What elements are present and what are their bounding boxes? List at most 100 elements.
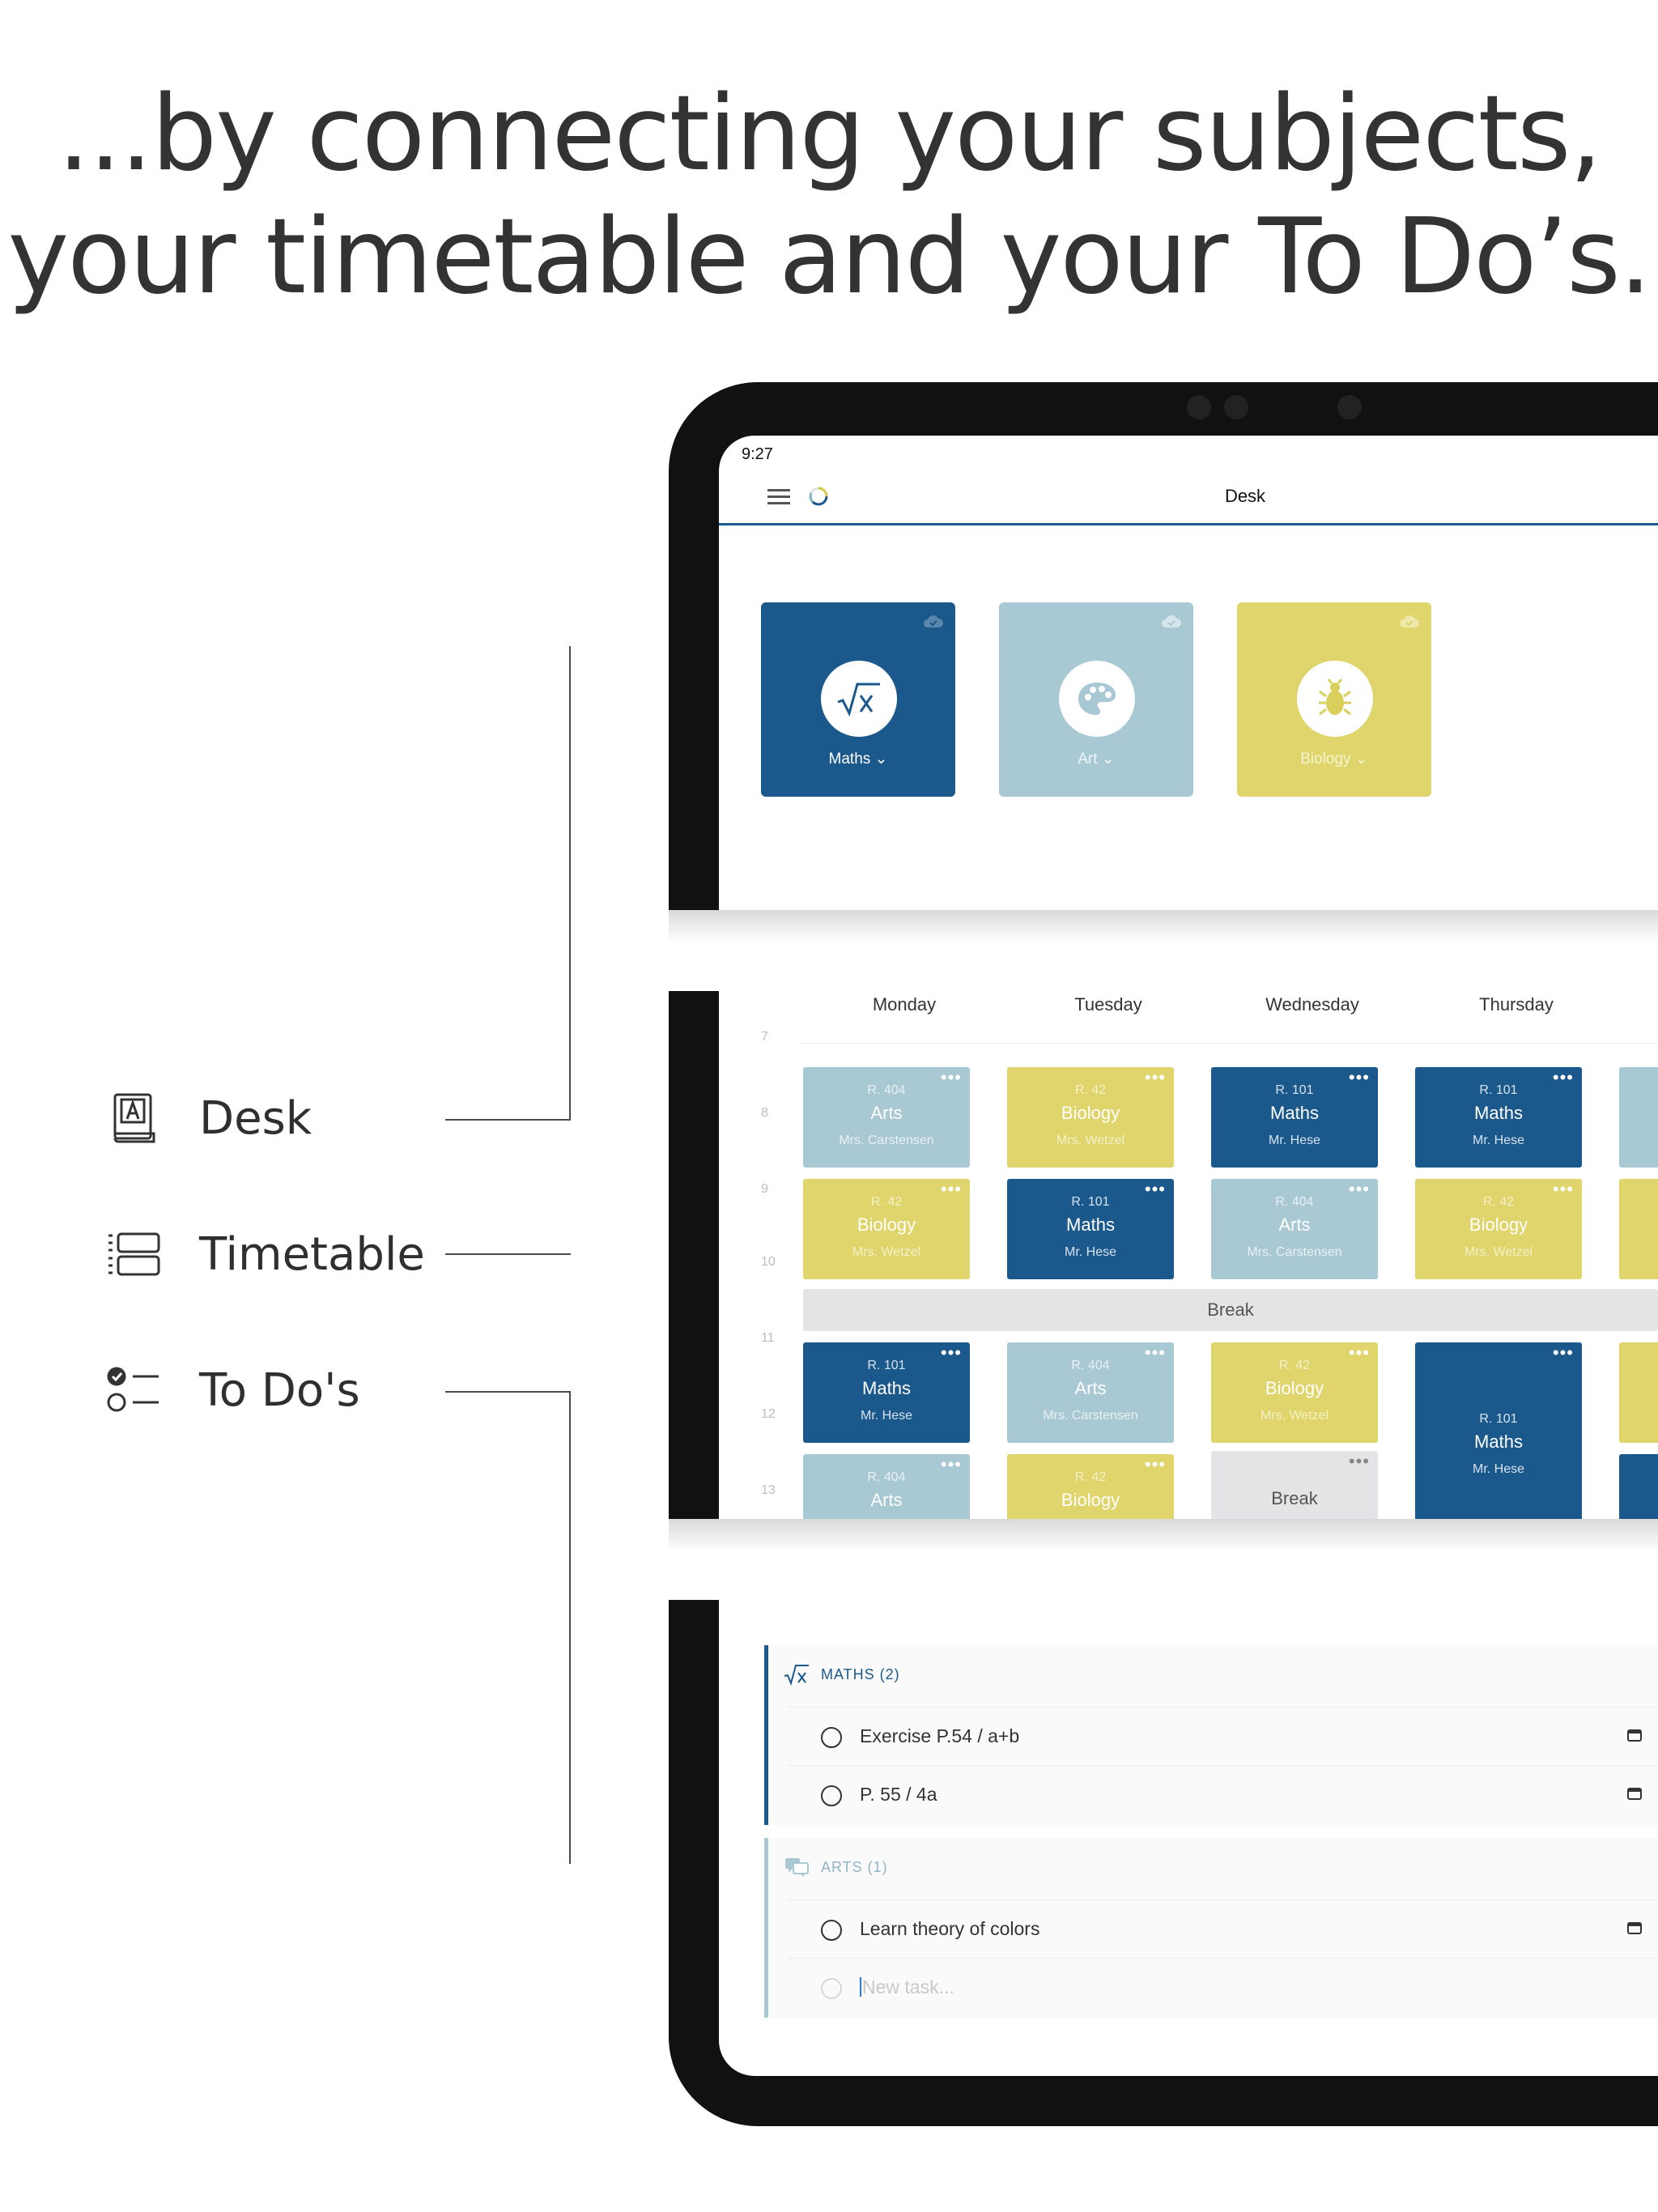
group-title[interactable]: MATHS (2) [821,1666,900,1683]
lesson-teacher: Mrs. Carstensen [1247,1245,1342,1259]
lesson-room: R. 101 [1479,1412,1518,1426]
subject-name-maths[interactable]: Maths ⌄ [761,750,955,768]
lesson-subject: Maths [862,1378,911,1398]
lesson-block[interactable]: ••• R. 101 Maths Mr. Hese [803,1342,970,1443]
chevron-down-icon: ⌄ [1101,751,1115,768]
lesson-room: R. 101 [1479,1083,1518,1097]
day-header-thursday: Thursday [1479,994,1554,1015]
chat-bubbles-icon [785,1858,809,1877]
subject-card-art[interactable]: Art ⌄ [999,602,1193,797]
task-label[interactable]: Exercise P.54 / a+b [860,1725,1019,1747]
camera-dot [1224,395,1248,419]
hour-label: 12 [761,1407,776,1421]
lesson-teacher: Mrs. Wetzel [852,1245,921,1259]
lesson-subject: Arts [1278,1214,1311,1235]
lesson-block-partial[interactable] [1619,1454,1658,1519]
lesson-block[interactable]: ••• R. 101 Maths Mr. Hese [1415,1067,1582,1168]
lesson-subject: Maths [1270,1103,1319,1123]
lesson-room: R. 42 [1482,1195,1515,1209]
lesson-subject: Arts [870,1103,903,1123]
lesson-room: R. 42 [1074,1083,1107,1097]
new-task-input[interactable]: New task... [860,1976,954,1998]
lesson-block[interactable]: ••• R. 42 Biology [1007,1454,1174,1519]
lesson-teacher: Mr. Hese [1472,1462,1524,1476]
hour-label: 7 [761,1030,768,1044]
headline-line-2: your timetable and your To Do’s. [7,197,1652,317]
feature-todos: To Do's [105,1362,360,1419]
task-label[interactable]: Learn theory of colors [860,1918,1039,1940]
feature-timetable: Timetable [105,1226,425,1283]
lesson-block[interactable]: ••• R. 404 Arts Mrs. Carstensen [803,1067,970,1168]
subject-card-biology[interactable]: Biology ⌄ [1237,602,1431,797]
connector-todo-vertical [569,1391,571,1864]
todo-group-arts: ARTS (1) Learn theory of colors New task… [764,1838,1658,2018]
bug-icon [1297,661,1373,737]
lesson-block[interactable]: ••• R. 404 Arts [803,1454,970,1519]
break-bar: Break [803,1289,1658,1331]
connector-timetable [445,1253,571,1255]
lesson-block[interactable]: ••• R. 101 Maths Mr. Hese [1007,1179,1174,1279]
lesson-room: R. 404 [1275,1195,1314,1209]
lesson-block[interactable]: ••• R. 42 Biology Mrs. Wetzel [803,1179,970,1279]
lesson-room: R. 42 [1278,1359,1311,1372]
task-row[interactable]: Learn theory of colors [787,1899,1658,1959]
panel-shadow [669,1519,1658,1551]
hour-label: 10 [761,1255,776,1269]
palette-icon [1059,661,1135,737]
lesson-block-partial[interactable] [1619,1067,1658,1168]
desk-screen-frame: 9:27 Desk Maths ⌄ Art ⌄ Biology ⌄ [669,382,1658,910]
lesson-block[interactable]: ••• R. 42 Biology Mrs. Wetzel [1007,1067,1174,1168]
feature-timetable-label: Timetable [199,1227,425,1281]
todos-screen: MATHS (2) Exercise P.54 / a+b P. 55 / 4a… [719,1600,1658,2076]
timetable-screen: Monday Tuesday Wednesday Thursday 7 8 9 … [719,991,1658,1519]
calendar-icon[interactable] [1627,1729,1642,1742]
lesson-block[interactable]: ••• R. 42 Biology Mrs. Wetzel [1415,1179,1582,1279]
more-options-icon[interactable]: ••• [1349,1453,1370,1470]
camera-dot [1187,395,1211,419]
task-label[interactable]: P. 55 / 4a [860,1784,937,1806]
status-time: 9:27 [742,445,773,463]
calendar-icon[interactable] [1627,1921,1642,1934]
day-header-monday: Monday [872,994,937,1015]
subject-card-maths[interactable]: Maths ⌄ [761,602,955,797]
lesson-subject: Break [1271,1488,1318,1508]
subject-name-biology[interactable]: Biology ⌄ [1237,750,1431,768]
lesson-block-partial[interactable] [1619,1342,1658,1443]
lesson-room: R. 404 [867,1083,906,1097]
lesson-teacher: Mr. Hese [1472,1134,1524,1147]
task-checkbox[interactable] [821,1727,842,1748]
panel-shadow [669,910,1658,942]
lesson-block[interactable]: ••• R. 101 Maths Mr. Hese [1415,1342,1582,1519]
group-title[interactable]: ARTS (1) [821,1859,888,1876]
task-checkbox[interactable] [821,1920,842,1941]
lesson-subject: Arts [1074,1378,1107,1398]
header-divider [800,1043,1658,1044]
calendar-icon[interactable] [1627,1787,1642,1800]
page-title: Desk [1224,486,1266,506]
text-caret [860,1977,861,1997]
lesson-block[interactable]: ••• R. 404 Arts Mrs. Carstensen [1007,1342,1174,1443]
checklist-icon [107,1367,159,1412]
task-row[interactable]: P. 55 / 4a [787,1765,1658,1824]
lesson-block[interactable]: ••• R. 42 Biology Mrs. Wetzel [1211,1342,1378,1443]
lesson-block-partial[interactable] [1619,1179,1658,1279]
todos-screen-frame: MATHS (2) Exercise P.54 / a+b P. 55 / 4a… [669,1600,1658,2126]
lesson-subject: Maths [1474,1431,1523,1452]
lesson-subject: Biology [1061,1490,1120,1510]
connector-todo-horizontal [445,1391,571,1393]
cloud-check-icon [1400,615,1420,627]
subject-name-art[interactable]: Art ⌄ [999,750,1193,768]
task-checkbox[interactable] [821,1785,842,1806]
hour-label: 9 [761,1182,768,1196]
lesson-teacher: Mr. Hese [860,1409,912,1423]
headline-line-1: ...by connecting your subjects, [57,74,1602,194]
timetable-icon [108,1232,160,1276]
task-row[interactable]: Exercise P.54 / a+b [787,1707,1658,1766]
lesson-block[interactable]: ••• R. 404 Arts Mrs. Carstensen [1211,1179,1378,1279]
lesson-subject: Biology [1265,1378,1324,1398]
new-task-row[interactable]: New task... [787,1958,1658,2017]
lesson-block-break[interactable]: ••• Break [1211,1451,1378,1519]
lesson-room: R. 404 [867,1470,906,1484]
more-options-icon[interactable]: ••• [1553,1344,1574,1362]
lesson-block[interactable]: ••• R. 101 Maths Mr. Hese [1211,1067,1378,1168]
